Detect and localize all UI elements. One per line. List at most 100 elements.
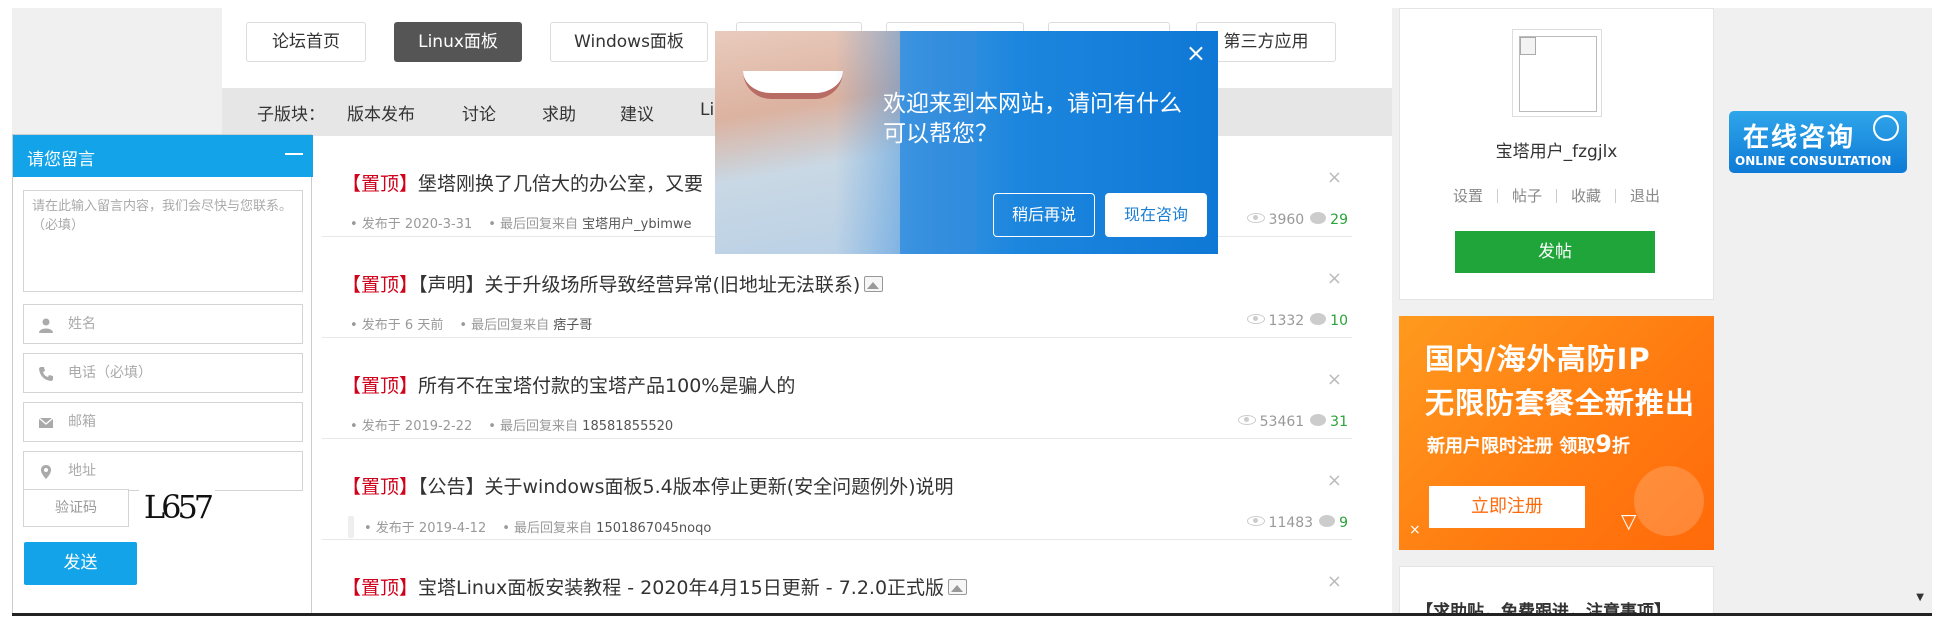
- post-title-text[interactable]: 宝塔Linux面板安装教程 - 2020年4月15日更新 - 7.2.0正式版: [418, 577, 944, 599]
- nav-windows-panel[interactable]: Windows面板: [550, 22, 708, 62]
- minimize-icon[interactable]: [285, 153, 303, 155]
- banner-offer-number: 9: [1595, 430, 1612, 458]
- chat-icon: [1873, 115, 1899, 141]
- email-field[interactable]: [23, 402, 303, 442]
- post-title[interactable]: 【置顶】【公告】关于windows面板5.4版本停止更新(安全问题例外)说明: [342, 472, 954, 499]
- post-date: • 发布于 6 天前: [350, 318, 444, 333]
- eye-icon: [1246, 314, 1265, 324]
- pinned-tag: 【置顶】: [342, 375, 419, 397]
- reply-count: 10: [1330, 313, 1348, 329]
- close-icon[interactable]: ×: [1327, 369, 1342, 390]
- post-meta: • 发布于 2019-2-22 • 最后回复来自 18581855520: [350, 415, 673, 434]
- captcha-input[interactable]: [24, 490, 128, 526]
- subforum-discussion[interactable]: 讨论: [462, 100, 496, 125]
- last-reply-user[interactable]: 18581855520: [582, 419, 673, 434]
- post-stats: 3960 29: [1246, 212, 1348, 228]
- help-notice-card: 【求助贴，免费跟进，注意事项】: [1399, 566, 1714, 613]
- banner-close-icon[interactable]: ×: [1409, 522, 1421, 538]
- new-post-button[interactable]: 发帖: [1455, 231, 1655, 273]
- nav-linux-panel[interactable]: Linux面板: [394, 22, 522, 62]
- post-meta: • 发布于 2020-3-31 • 最后回复来自 宝塔用户_ybimwe: [350, 213, 692, 232]
- post-date: • 发布于 2019-2-22: [350, 419, 473, 434]
- send-button[interactable]: 发送: [24, 542, 137, 585]
- address-field[interactable]: [23, 451, 303, 491]
- post-stats: 1332 10: [1246, 313, 1348, 329]
- banner-headline: 国内/海外高防IP: [1425, 342, 1651, 376]
- divider: [1496, 189, 1498, 203]
- last-reply-user[interactable]: 宝塔用户_ybimwe: [582, 217, 691, 232]
- post-title-text[interactable]: 所有不在宝塔付款的宝塔产品100%是骗人的: [418, 375, 795, 397]
- avatar[interactable]: [1512, 29, 1602, 117]
- divider: [1556, 189, 1557, 203]
- message-textarea[interactable]: [24, 191, 302, 291]
- post-title[interactable]: 【置顶】宝塔Linux面板安装教程 - 2020年4月15日更新 - 7.2.0…: [342, 573, 968, 600]
- register-button[interactable]: 立即注册: [1429, 486, 1585, 528]
- logout-link[interactable]: 退出: [1630, 187, 1660, 205]
- help-notice-title[interactable]: 【求助贴，免费跟进，注意事项】: [1416, 597, 1671, 613]
- last-reply-user[interactable]: 痞子哥: [553, 318, 592, 333]
- eye-icon: [1237, 415, 1256, 425]
- post-date: • 发布于 2019-4-12: [364, 521, 487, 536]
- post-title[interactable]: 【置顶】所有不在宝塔付款的宝塔产品100%是骗人的: [342, 371, 795, 398]
- decorative-circle: [1634, 466, 1704, 536]
- post-title-text[interactable]: 堡塔刚换了几倍大的办公室，又要: [418, 173, 703, 195]
- my-posts-link[interactable]: 帖子: [1512, 187, 1542, 205]
- pinned-tag: 【置顶】: [342, 274, 419, 296]
- banner-subheadline: 无限防套餐全新推出: [1425, 386, 1696, 420]
- message-content-field[interactable]: [23, 190, 303, 292]
- later-button[interactable]: 稍后再说: [993, 193, 1095, 237]
- post-title[interactable]: 【置顶】堡塔刚换了几倍大的办公室，又要: [342, 169, 703, 196]
- user-icon: [39, 318, 53, 333]
- post-row[interactable]: 【置顶】【公告】关于windows面板5.4版本停止更新(安全问题例外)说明 •…: [322, 439, 1352, 540]
- online-consultation-button[interactable]: 在线咨询 ONLINE CONSULTATION: [1729, 111, 1907, 173]
- close-icon[interactable]: ×: [1327, 268, 1342, 289]
- post-date: • 发布于 2020-3-31: [350, 217, 473, 232]
- last-reply-label: • 最后回复来自: [488, 419, 579, 434]
- address-input[interactable]: [24, 452, 302, 490]
- reply-count: 31: [1330, 414, 1348, 430]
- close-icon[interactable]: ×: [1327, 470, 1342, 491]
- post-title[interactable]: 【置顶】【声明】关于升级场所导致经营异常(旧地址无法联系): [342, 270, 884, 297]
- pinned-tag: 【置顶】: [342, 577, 419, 599]
- subforum-suggestions[interactable]: 建议: [620, 100, 654, 125]
- close-icon[interactable]: ×: [1327, 167, 1342, 188]
- phone-field[interactable]: [23, 353, 303, 393]
- comment-icon: [1310, 313, 1327, 325]
- user-profile-card: 宝塔用户_fzgjlx 设置 帖子 收藏 退出 发帖: [1399, 8, 1714, 300]
- image-icon: [948, 579, 968, 595]
- eye-icon: [1246, 213, 1265, 223]
- view-count: 53461: [1259, 414, 1305, 430]
- post-title-text[interactable]: 【公告】关于windows面板5.4版本停止更新(安全问题例外)说明: [418, 476, 954, 498]
- banner-offer-suffix: 折: [1611, 436, 1630, 457]
- nav-forum-home[interactable]: 论坛首页: [246, 22, 366, 62]
- banner-offer-prefix: 新用户限时注册 领取: [1427, 436, 1596, 457]
- close-icon[interactable]: ×: [1327, 571, 1342, 592]
- last-reply-user[interactable]: 1501867045noqo: [596, 521, 711, 536]
- subforum-help[interactable]: 求助: [542, 100, 576, 125]
- consult-now-button[interactable]: 现在咨询: [1105, 193, 1207, 237]
- browser-viewport: 论坛首页 Linux面板 Windows面板 第三方应用 子版块： 版本发布 讨…: [12, 8, 1932, 616]
- post-meta: • 发布于 6 天前 • 最后回复来自 痞子哥: [350, 314, 592, 333]
- username[interactable]: 宝塔用户_fzgjlx: [1400, 137, 1713, 162]
- settings-link[interactable]: 设置: [1453, 187, 1483, 205]
- popup-close-icon[interactable]: ×: [1186, 39, 1206, 67]
- email-input[interactable]: [24, 403, 302, 441]
- promo-banner[interactable]: 国内/海外高防IP 无限防套餐全新推出 新用户限时注册 领取9折 立即注册 ▽ …: [1399, 316, 1714, 550]
- name-input[interactable]: [24, 305, 302, 343]
- banner-offer: 新用户限时注册 领取9折: [1427, 430, 1630, 458]
- welcome-popup: 欢迎来到本网站，请问有什么可以帮您？ × 稍后再说 现在咨询: [715, 31, 1218, 254]
- last-reply-label: • 最后回复来自: [502, 521, 593, 536]
- eye-icon: [1246, 516, 1265, 526]
- comment-icon: [1319, 515, 1336, 527]
- subforum-releases[interactable]: 版本发布: [347, 100, 415, 125]
- phone-input[interactable]: [24, 354, 302, 392]
- captcha-image[interactable]: L657: [139, 489, 215, 525]
- name-field[interactable]: [23, 304, 303, 344]
- favorites-link[interactable]: 收藏: [1571, 187, 1601, 205]
- captcha-field[interactable]: [23, 489, 129, 527]
- scroll-down-arrow[interactable]: ▼: [1916, 592, 1924, 603]
- post-row[interactable]: 【置顶】所有不在宝塔付款的宝塔产品100%是骗人的 • 发布于 2019-2-2…: [322, 338, 1352, 439]
- post-title-text[interactable]: 【声明】关于升级场所导致经营异常(旧地址无法联系): [418, 274, 860, 296]
- post-row[interactable]: 【置顶】宝塔Linux面板安装教程 - 2020年4月15日更新 - 7.2.0…: [322, 540, 1352, 613]
- meta-marker: [348, 516, 354, 538]
